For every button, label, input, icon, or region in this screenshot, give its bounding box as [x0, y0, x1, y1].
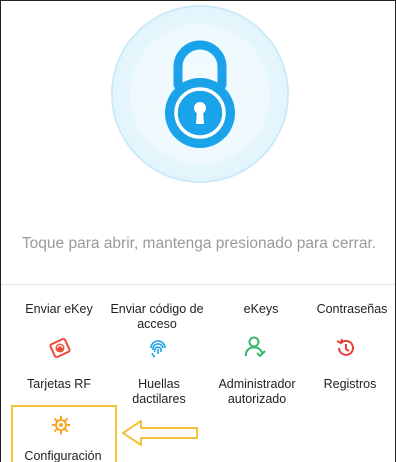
app-screen: Toque para abrir, mantenga presionado pa…: [0, 0, 396, 462]
authorized-admin-icon[interactable]: [243, 335, 267, 364]
fingerprints-label[interactable]: Huellas dactilares: [115, 377, 203, 407]
authorized-admin-label[interactable]: Administrador autorizado: [209, 377, 305, 407]
send-access-code-button[interactable]: Enviar código de acceso: [105, 302, 209, 332]
unlock-hint-text: Toque para abrir, mantenga presionado pa…: [21, 235, 377, 252]
pointer-arrow-icon: [122, 420, 198, 446]
ekeys-button[interactable]: eKeys: [231, 302, 291, 317]
unlock-button[interactable]: [113, 7, 287, 181]
highlight-box: [11, 405, 117, 462]
passwords-button[interactable]: Contraseñas: [309, 302, 395, 317]
rf-card-icon[interactable]: [49, 337, 71, 363]
rf-cards-label[interactable]: Tarjetas RF: [15, 377, 103, 392]
send-ekey-button[interactable]: Enviar eKey: [15, 302, 103, 317]
padlock-icon: [130, 24, 270, 164]
records-history-icon[interactable]: [335, 337, 357, 364]
divider: [1, 284, 395, 285]
records-label[interactable]: Registros: [317, 377, 383, 392]
fingerprint-icon[interactable]: [147, 337, 169, 364]
